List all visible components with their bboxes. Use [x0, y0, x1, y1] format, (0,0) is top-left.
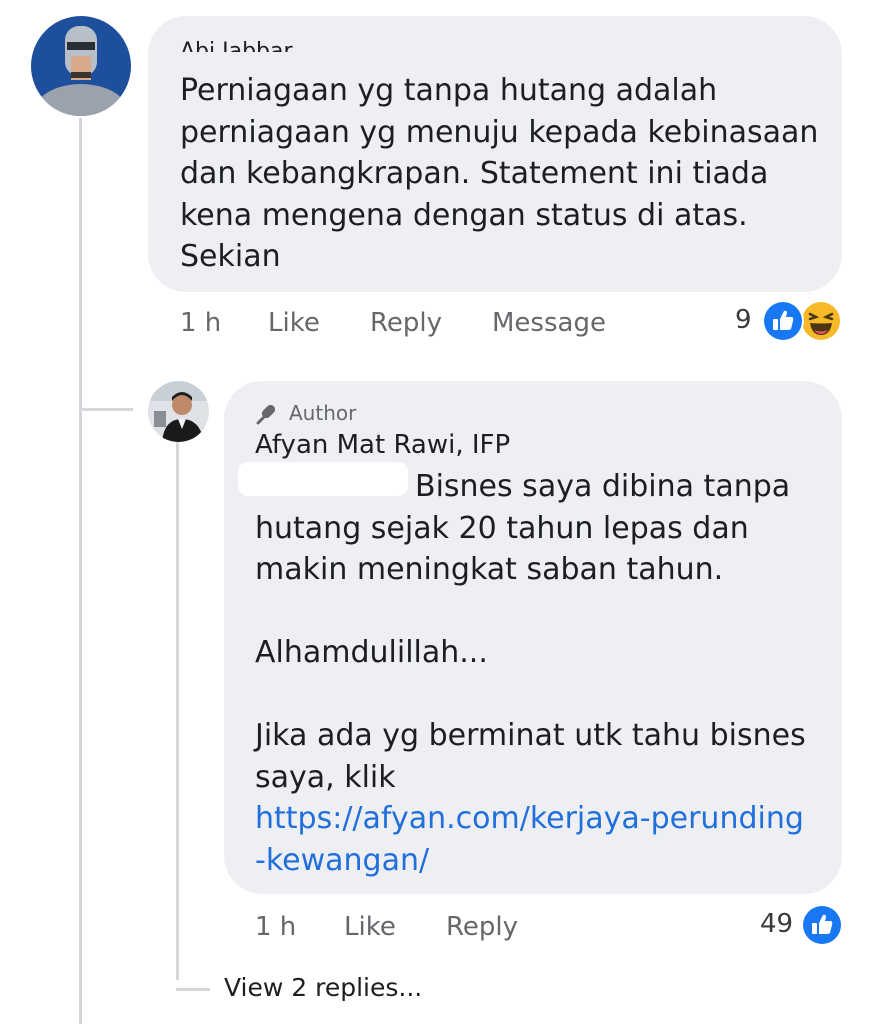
thread-line-main	[79, 118, 82, 1024]
thread-line-reply	[176, 440, 179, 980]
haha-icon	[800, 300, 842, 342]
author-badge: Author	[255, 401, 356, 425]
comment-line: saya, klik	[255, 759, 396, 795]
reply-button[interactable]: Reply	[370, 308, 442, 338]
thread-line-branch	[81, 408, 133, 411]
comment-line: makin meningkat saban tahun.	[255, 552, 724, 587]
reply-button[interactable]: Reply	[446, 912, 518, 942]
comment-line: Bisnes saya dibina tanpa	[415, 469, 791, 504]
reaction-count[interactable]: 49	[760, 909, 793, 939]
like-icon	[801, 904, 843, 946]
microphone-icon	[256, 404, 276, 425]
comment-line: dan kebangkrapan. Statement ini tiada	[180, 156, 769, 191]
reaction-count[interactable]: 9	[735, 305, 752, 335]
comment-line: Sekian	[180, 239, 281, 274]
robocop-avatar-icon	[31, 16, 131, 116]
comment-line: perniagaan yg menuju kepada kebinasaan	[180, 114, 819, 150]
like-button[interactable]: Like	[344, 912, 396, 942]
avatar[interactable]	[148, 381, 209, 442]
comment-line: Alhamdulillah...	[255, 635, 488, 670]
comment-line: kena mengena dengan status di atas.	[180, 197, 748, 233]
view-replies-link[interactable]: View 2 replies...	[224, 973, 422, 1002]
author-avatar-icon	[148, 381, 209, 442]
comment-time[interactable]: 1 h	[255, 912, 296, 942]
comment-text: Perniagaan yg tanpa hutang adalah pernia…	[180, 70, 818, 278]
comment-line: Jika ada yg berminat utk tahu bisnes	[255, 718, 806, 753]
comment-time[interactable]: 1 h	[180, 308, 221, 338]
comment-link[interactable]: https://afyan.com/kerjaya-perunding	[255, 798, 806, 840]
comment-text: Bisnes saya dibina tanpa hutang sejak 20…	[255, 466, 806, 881]
like-icon	[762, 300, 804, 342]
avatar[interactable]	[31, 16, 131, 116]
like-button[interactable]: Like	[268, 308, 320, 338]
comment-line	[255, 591, 806, 633]
comment-link[interactable]: -kewangan/	[255, 840, 806, 882]
comment-author[interactable]: Afyan Mat Rawi, IFP	[255, 430, 510, 460]
thread-line-replies-branch	[176, 988, 210, 991]
message-button[interactable]: Message	[492, 308, 606, 338]
comment-line: hutang sejak 20 tahun lepas dan	[255, 510, 749, 546]
author-badge-label: Author	[289, 401, 357, 425]
comment-line	[255, 674, 806, 716]
comment-author[interactable]: Abi Jabbar	[180, 34, 293, 52]
comment-line: Perniagaan yg tanpa hutang adalah	[180, 73, 718, 108]
